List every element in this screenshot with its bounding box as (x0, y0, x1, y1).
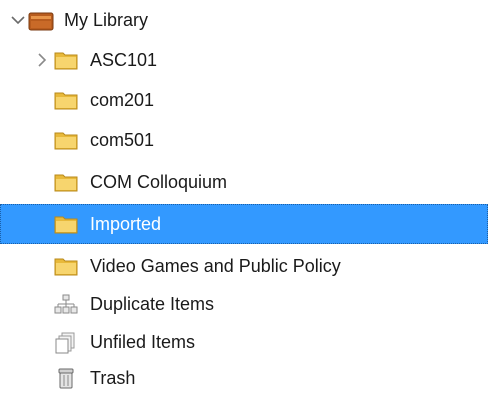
trash-icon (56, 368, 80, 389)
collection-label: com201 (90, 90, 155, 110)
collection-row-asc101[interactable]: ASC101 (0, 40, 488, 80)
collection-label: Video Games and Public Policy (90, 256, 341, 276)
collection-row-video-games[interactable]: Video Games and Public Policy (0, 246, 488, 286)
library-row[interactable]: My Library (0, 0, 488, 40)
library-label: My Library (64, 10, 149, 30)
duplicate-items-label: Duplicate Items (90, 294, 215, 314)
collection-label: com501 (90, 130, 155, 150)
collection-row-com-colloquium[interactable]: COM Colloquium (0, 162, 488, 202)
chevron-right-icon[interactable] (34, 52, 50, 68)
collection-row-imported[interactable]: Imported (0, 204, 488, 244)
folder-icon (54, 172, 78, 192)
duplicate-items-icon (54, 294, 78, 314)
unfiled-items-label: Unfiled Items (90, 332, 196, 352)
folder-icon (54, 130, 78, 150)
trash-label: Trash (90, 368, 136, 388)
duplicate-items-row[interactable]: Duplicate Items (0, 284, 488, 324)
folder-icon (54, 90, 78, 110)
collection-label: Imported (90, 214, 162, 234)
trash-row[interactable]: Trash (0, 358, 488, 398)
folder-icon (54, 256, 78, 276)
collection-row-com501[interactable]: com501 (0, 120, 488, 160)
unfiled-items-icon (54, 332, 78, 354)
chevron-down-icon[interactable] (10, 12, 26, 28)
collection-tree: My Library ASC101 com201 com501 COM Coll… (0, 0, 488, 396)
folder-icon (54, 214, 78, 234)
folder-icon (54, 50, 78, 70)
collection-label: ASC101 (90, 50, 158, 70)
collection-row-com201[interactable]: com201 (0, 80, 488, 120)
library-icon (28, 10, 54, 31)
collection-label: COM Colloquium (90, 172, 228, 192)
unfiled-items-row[interactable]: Unfiled Items (0, 322, 488, 362)
